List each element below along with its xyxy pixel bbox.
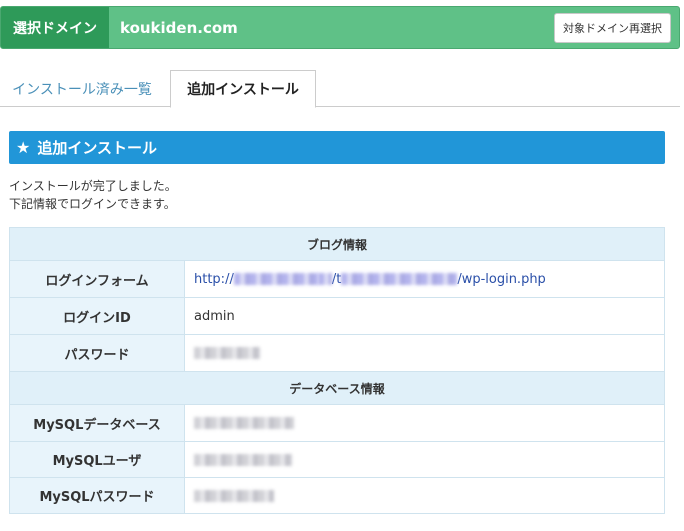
mysql-db-value [184, 404, 665, 442]
table-row: MySQLデータベース [9, 404, 665, 442]
login-form-label: ログインフォーム [9, 260, 185, 298]
login-id-label: ログインID [9, 297, 185, 335]
table-row: パスワード [9, 334, 665, 372]
redacted-text [317, 273, 332, 285]
login-url-mid: /t [331, 271, 342, 287]
table-row: MySQLパスワード [9, 477, 665, 514]
password-label: パスワード [9, 334, 185, 372]
db-info-heading: データベース情報 [9, 371, 665, 405]
redacted-text [194, 489, 274, 502]
mysql-password-label: MySQLパスワード [9, 477, 185, 514]
section-title: 追加インストール [37, 139, 158, 157]
mysql-db-label: MySQLデータベース [9, 404, 185, 442]
star-icon: ★ [16, 137, 31, 157]
redacted-text [341, 273, 458, 285]
redacted-text [233, 273, 318, 285]
install-info-table: ブログ情報 ログインフォーム http:// /t/wp-login.php ログ… [9, 227, 665, 514]
table-row: ログインフォーム http:// /t/wp-login.php [9, 260, 665, 298]
page: 選択ドメイン koukiden.com 対象ドメイン再選択 インストール済み一覧… [0, 0, 684, 531]
tab-bar: インストール済み一覧 追加インストール [0, 70, 680, 108]
domain-bar: 選択ドメイン koukiden.com 対象ドメイン再選択 [0, 6, 680, 49]
reselect-domain-button[interactable]: 対象ドメイン再選択 [554, 13, 671, 43]
blog-info-heading: ブログ情報 [9, 227, 665, 261]
tab-installed-list[interactable]: インストール済み一覧 [0, 70, 164, 107]
redacted-text [194, 453, 292, 466]
password-value [184, 334, 665, 372]
redacted-text [194, 347, 260, 359]
message-line-1: インストールが完了しました。 [9, 179, 177, 193]
domain-label: 選択ドメイン [1, 7, 109, 48]
mysql-user-value [184, 441, 665, 478]
login-url-prefix: http:// [194, 271, 234, 287]
table-row: MySQLユーザ [9, 441, 665, 478]
section-header: ★ 追加インストール [9, 131, 665, 164]
login-url-suffix: /wp-login.php [457, 271, 546, 287]
redacted-text [194, 417, 294, 429]
mysql-user-label: MySQLユーザ [9, 441, 185, 478]
completion-message: インストールが完了しました。 下記情報でログインできます。 [9, 177, 177, 213]
mysql-password-value [184, 477, 665, 514]
table-row: ログインID admin [9, 297, 665, 335]
message-line-2: 下記情報でログインできます。 [9, 197, 176, 211]
login-id-value: admin [184, 297, 665, 335]
login-url-link[interactable]: http:// /t/wp-login.php [194, 272, 546, 287]
login-form-url[interactable]: http:// /t/wp-login.php [184, 260, 665, 298]
tab-add-install[interactable]: 追加インストール [170, 70, 316, 108]
